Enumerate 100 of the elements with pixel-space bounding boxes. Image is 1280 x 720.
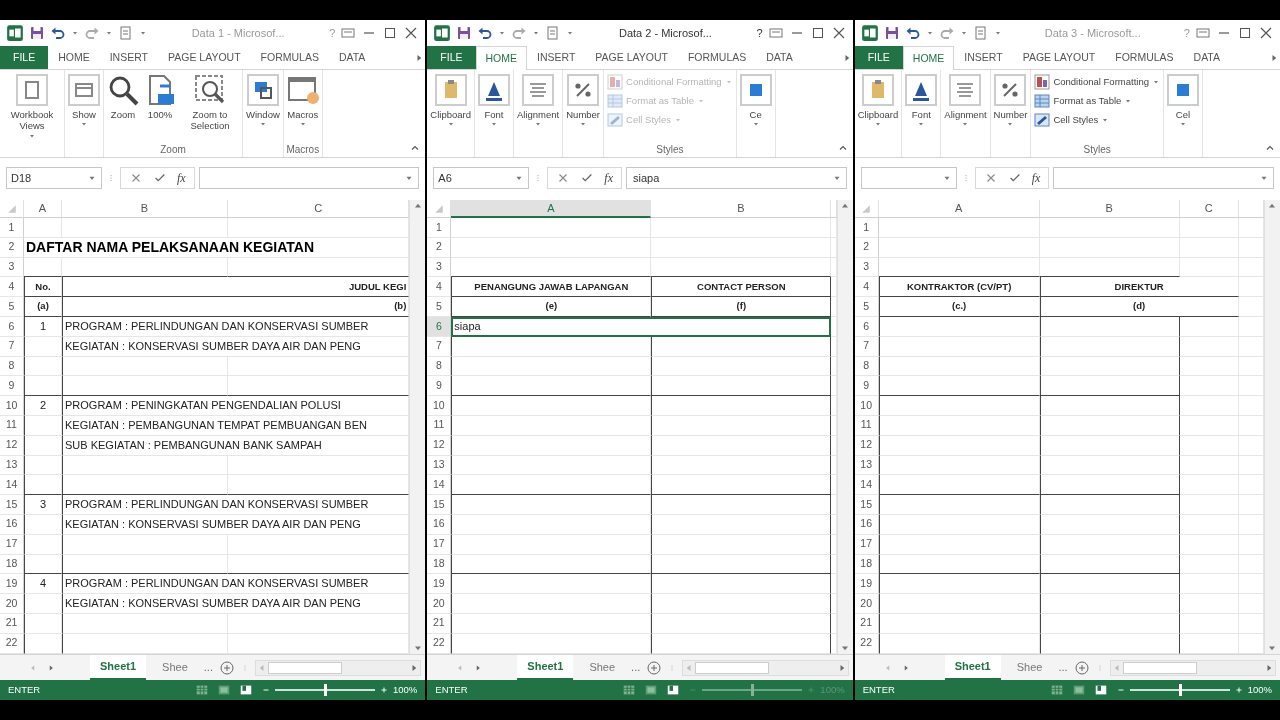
table-cell[interactable]: PROGRAM : PENINGKATAN PENGENDALIAN POLUSI [62, 396, 410, 416]
row-header[interactable]: 21 [0, 613, 24, 634]
row-header[interactable]: 13 [427, 455, 452, 476]
row-header[interactable]: 12 [427, 435, 452, 456]
row-header[interactable]: 1 [427, 218, 452, 238]
row-header[interactable]: 18 [0, 554, 24, 575]
row-header[interactable]: 14 [854, 475, 879, 496]
ribbon-button[interactable]: Workbook Views [1, 73, 63, 144]
row-header[interactable]: 14 [427, 475, 452, 496]
column-heading[interactable]: KONTRAKTOR (CV/PT) [878, 277, 1040, 298]
table-cell[interactable]: 3 [24, 495, 62, 515]
row-header[interactable]: 4 [427, 277, 452, 298]
row-header[interactable]: 11 [0, 415, 24, 436]
column-heading[interactable]: DIREKTUR [1039, 277, 1239, 298]
row-header[interactable]: 5 [427, 297, 452, 317]
row-header[interactable]: 9 [854, 376, 879, 397]
row-header[interactable]: 16 [427, 514, 452, 535]
table-cell[interactable]: KEGIATAN : KONSERVASI SUMBER DAYA AIR DAN PENG [62, 594, 410, 614]
row-header[interactable]: 17 [427, 534, 452, 555]
row-header[interactable]: 2 [427, 237, 452, 258]
column-heading[interactable]: (e) [451, 297, 652, 317]
row-header[interactable]: 20 [0, 594, 24, 614]
row-header[interactable]: 21 [427, 613, 452, 634]
column-header[interactable]: C [1179, 200, 1239, 218]
sheet-tab[interactable]: Shee [579, 656, 626, 679]
ribbon-button[interactable]: Alignment [942, 73, 989, 142]
table-cell[interactable]: KEGIATAN : KONSERVASI SUMBER DAYA AIR DAN PENG [62, 514, 410, 535]
row-header[interactable]: 6 [427, 317, 452, 337]
column-heading[interactable]: (b) [62, 297, 410, 317]
table-cell[interactable]: SUB KEGIATAN : PEMBANGUNAN BANK SAMPAH [62, 435, 410, 456]
row-header[interactable]: 16 [854, 514, 879, 535]
row-header[interactable]: 5 [854, 297, 879, 317]
ribbon-button[interactable]: Window [244, 73, 282, 142]
row-header[interactable]: 20 [854, 594, 879, 614]
table-cell[interactable]: KEGIATAN : PEMBANGUNAN TEMPAT PEMBUANGAN BEN [62, 415, 410, 436]
row-header[interactable]: 15 [854, 495, 879, 515]
table-cell[interactable]: siapa [451, 317, 832, 337]
row-header[interactable]: 17 [854, 534, 879, 555]
column-heading[interactable]: No. [24, 277, 62, 298]
row-header[interactable]: 2 [854, 237, 879, 258]
sheet-tab[interactable]: Sheet1 [944, 655, 1001, 680]
column-heading[interactable]: CONTACT PERSON [651, 277, 832, 298]
ribbon-button[interactable]: Alignment [515, 73, 562, 142]
row-header[interactable]: 22 [0, 633, 24, 654]
ribbon-button[interactable]: Clipboard [428, 73, 473, 142]
column-header[interactable]: C [228, 200, 410, 218]
sheet-title[interactable]: DAFTAR NAMA PELAKSANAAN KEGIATAN [24, 237, 410, 258]
row-header[interactable]: 7 [0, 336, 24, 357]
column-header[interactable]: B [651, 200, 832, 218]
row-header[interactable]: 13 [854, 455, 879, 476]
row-header[interactable]: 19 [854, 574, 879, 595]
ribbon-button[interactable]: Number [564, 73, 603, 142]
row-header[interactable]: 15 [0, 495, 24, 515]
row-header[interactable]: 1 [854, 218, 879, 238]
insert-function-button[interactable]: fx [177, 169, 186, 187]
ribbon-button[interactable]: Font [476, 73, 512, 142]
row-header[interactable]: 10 [854, 396, 879, 416]
column-header[interactable]: A [24, 200, 62, 218]
table-cell[interactable]: PROGRAM : PERLINDUNGAN DAN KONSERVASI SUMBER [62, 317, 410, 337]
name-box[interactable]: A6 [433, 167, 530, 189]
sheet-tab[interactable]: Sheet1 [90, 655, 147, 680]
row-header[interactable]: 11 [427, 415, 452, 436]
ribbon-tab[interactable]: HOME [475, 46, 527, 70]
column-header[interactable]: A [878, 200, 1040, 218]
row-header[interactable]: 15 [427, 495, 452, 515]
insert-function-button[interactable]: fx [1031, 169, 1041, 187]
ribbon-tab[interactable]: HOME [902, 46, 955, 70]
row-header[interactable]: 19 [0, 574, 24, 595]
sheet-tab[interactable]: Shee [152, 656, 198, 679]
table-cell[interactable]: PROGRAM : PERLINDUNGAN DAN KONSERVASI SUMBER [62, 495, 410, 515]
ribbon-button[interactable]: Number [991, 73, 1030, 142]
ribbon-button[interactable]: Cell Styles [1032, 112, 1162, 128]
column-heading[interactable]: (f) [651, 297, 832, 317]
column-heading[interactable]: (a) [24, 297, 62, 317]
row-header[interactable]: 12 [0, 435, 24, 456]
row-header[interactable]: 5 [0, 297, 24, 317]
row-header[interactable]: 21 [854, 613, 879, 634]
row-header[interactable]: 13 [0, 455, 24, 476]
row-header[interactable]: 3 [0, 257, 24, 278]
row-header[interactable]: 4 [854, 277, 879, 298]
row-header[interactable]: 19 [427, 574, 452, 595]
help-button[interactable]: ? [756, 24, 763, 42]
file-tab[interactable]: FILE [0, 46, 49, 69]
row-header[interactable]: 7 [427, 336, 452, 357]
ribbon-button[interactable]: Cel [1164, 73, 1201, 142]
row-header[interactable]: 10 [0, 396, 24, 416]
row-header[interactable]: 7 [854, 336, 879, 357]
ribbon-button[interactable]: 100% [142, 73, 178, 142]
insert-function-button[interactable]: fx [604, 169, 613, 187]
column-header[interactable]: B [62, 200, 228, 218]
row-header[interactable]: 8 [854, 356, 879, 377]
column-header[interactable]: A [451, 200, 652, 218]
row-header[interactable]: 1 [0, 218, 24, 238]
ribbon-button[interactable]: Font [903, 73, 940, 142]
column-heading[interactable]: PENANGUNG JAWAB LAPANGAN [451, 277, 652, 298]
row-header[interactable]: 3 [854, 257, 879, 278]
file-tab[interactable]: FILE [854, 46, 903, 69]
row-header[interactable]: 8 [0, 356, 24, 377]
formula-field[interactable]: siapa [626, 167, 847, 189]
row-header[interactable]: 9 [427, 376, 452, 397]
